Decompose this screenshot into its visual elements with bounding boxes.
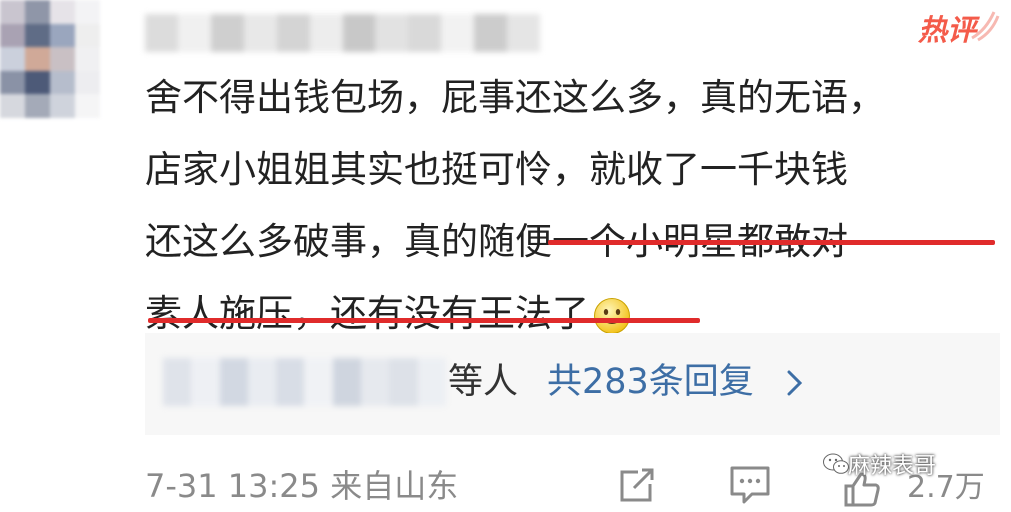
comment-icon[interactable] [728, 464, 772, 506]
replies-box[interactable]: 等人 共283条回复 [145, 333, 1000, 435]
highlight-underline [148, 318, 700, 323]
hot-comment-badge: 热评 [918, 11, 1000, 48]
share-icon[interactable] [616, 466, 658, 506]
smile-emoji-icon [594, 297, 630, 334]
replies-suffix: 等人 [448, 362, 519, 402]
avatar[interactable] [0, 0, 100, 118]
comment-line-text: 素人施压，还有没有王法了 [145, 292, 589, 335]
highlight-underline [548, 240, 995, 245]
username[interactable] [145, 14, 541, 52]
badge-swirl-icon [971, 11, 1000, 42]
replies-count-link[interactable]: 共283条回复 [547, 358, 754, 406]
wechat-logo-icon [823, 453, 849, 474]
comment-line: 店家小姐姐其实也挺可怜，就收了一千块钱 [145, 148, 848, 191]
watermark-text: 麻辣表哥 [848, 454, 937, 479]
comment-line: 舍不得出钱包场，屁事还这么多，真的无语， [145, 76, 885, 119]
post-time-source: 7-31 13:25 来自山东 [145, 467, 459, 505]
comment-text: 舍不得出钱包场，屁事还这么多，真的无语， 店家小姐姐其实也挺可怜，就收了一千块钱… [145, 62, 1005, 350]
chevron-right-icon[interactable] [785, 368, 805, 398]
replier-names[interactable] [163, 358, 446, 406]
